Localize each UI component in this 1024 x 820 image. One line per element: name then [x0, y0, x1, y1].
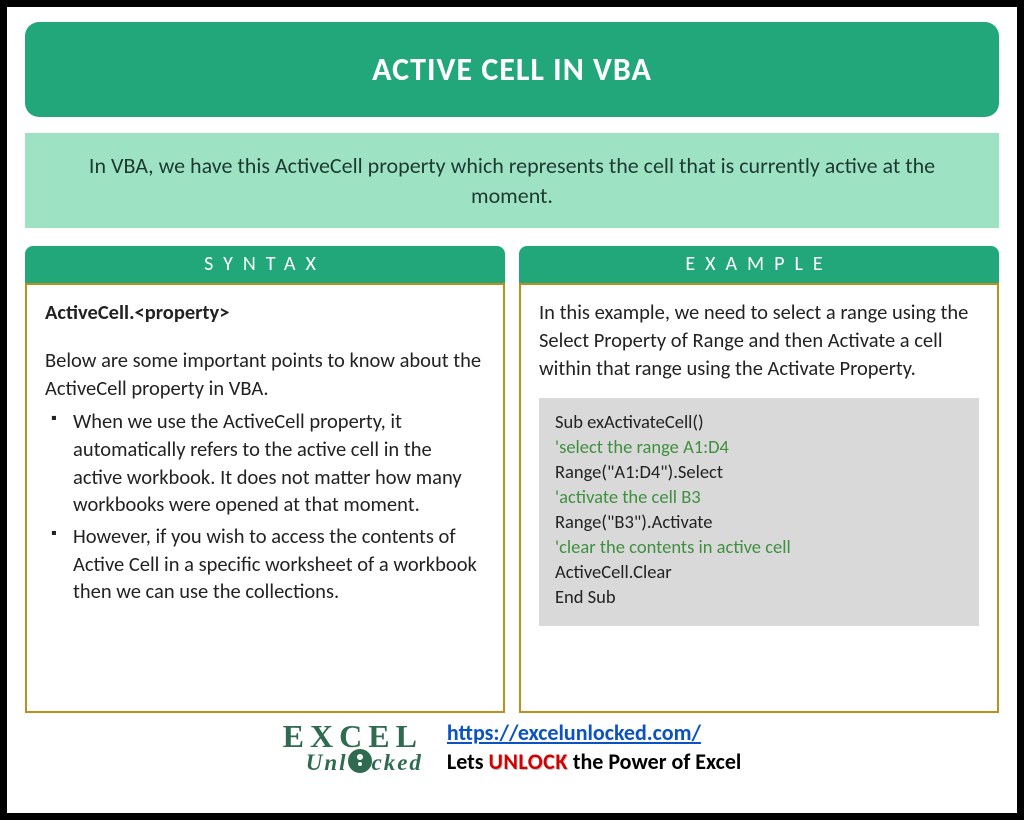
tagline-pre: Lets	[447, 748, 489, 775]
example-header: EXAMPLE	[519, 246, 999, 283]
logo-line2-post: cked	[372, 750, 423, 775]
list-item: However, if you wish to access the conte…	[73, 523, 485, 606]
footer: EXCEL Unlcked https://excelunlocked.com/…	[25, 719, 999, 775]
example-body: In this example, we need to select a ran…	[519, 283, 999, 713]
page-title: ACTIVE CELL IN VBA	[25, 22, 999, 117]
logo-line2-pre: Unl	[306, 750, 348, 775]
code-line: Range("A1:D4").Select	[555, 460, 963, 485]
code-line: ActiveCell.Clear	[555, 560, 963, 585]
infographic-card: ACTIVE CELL IN VBA In VBA, we have this …	[0, 0, 1024, 820]
columns: SYNTAX ActiveCell.<property> Below are s…	[25, 246, 999, 713]
syntax-signature: ActiveCell.<property>	[45, 299, 485, 327]
code-line: 'select the range A1:D4	[555, 435, 963, 460]
syntax-bullet-list: When we use the ActiveCell property, it …	[45, 408, 485, 606]
footer-text: https://excelunlocked.com/ Lets UNLOCK t…	[447, 719, 741, 775]
syntax-column: SYNTAX ActiveCell.<property> Below are s…	[25, 246, 505, 713]
keyhole-icon	[348, 749, 372, 773]
code-line: 'activate the cell B3	[555, 485, 963, 510]
example-lead: In this example, we need to select a ran…	[539, 299, 979, 382]
code-line: Sub exActivateCell()	[555, 410, 963, 435]
code-line: 'clear the contents in active cell	[555, 535, 963, 560]
site-link[interactable]: https://excelunlocked.com/	[447, 719, 701, 746]
logo-line1: EXCEL	[283, 721, 423, 751]
tagline: Lets UNLOCK the Power of Excel	[447, 748, 741, 775]
brand-logo: EXCEL Unlcked	[283, 721, 423, 774]
tagline-post: the Power of Excel	[568, 748, 741, 775]
code-block: Sub exActivateCell() 'select the range A…	[539, 398, 979, 626]
syntax-lead: Below are some important points to know …	[45, 347, 485, 402]
syntax-body: ActiveCell.<property> Below are some imp…	[25, 283, 505, 713]
intro-text: In VBA, we have this ActiveCell property…	[25, 133, 999, 228]
syntax-header: SYNTAX	[25, 246, 505, 283]
example-column: EXAMPLE In this example, we need to sele…	[519, 246, 999, 713]
tagline-highlight: UNLOCK	[489, 748, 568, 775]
list-item: When we use the ActiveCell property, it …	[73, 408, 485, 519]
code-line: Range("B3").Activate	[555, 510, 963, 535]
code-line: End Sub	[555, 585, 963, 610]
